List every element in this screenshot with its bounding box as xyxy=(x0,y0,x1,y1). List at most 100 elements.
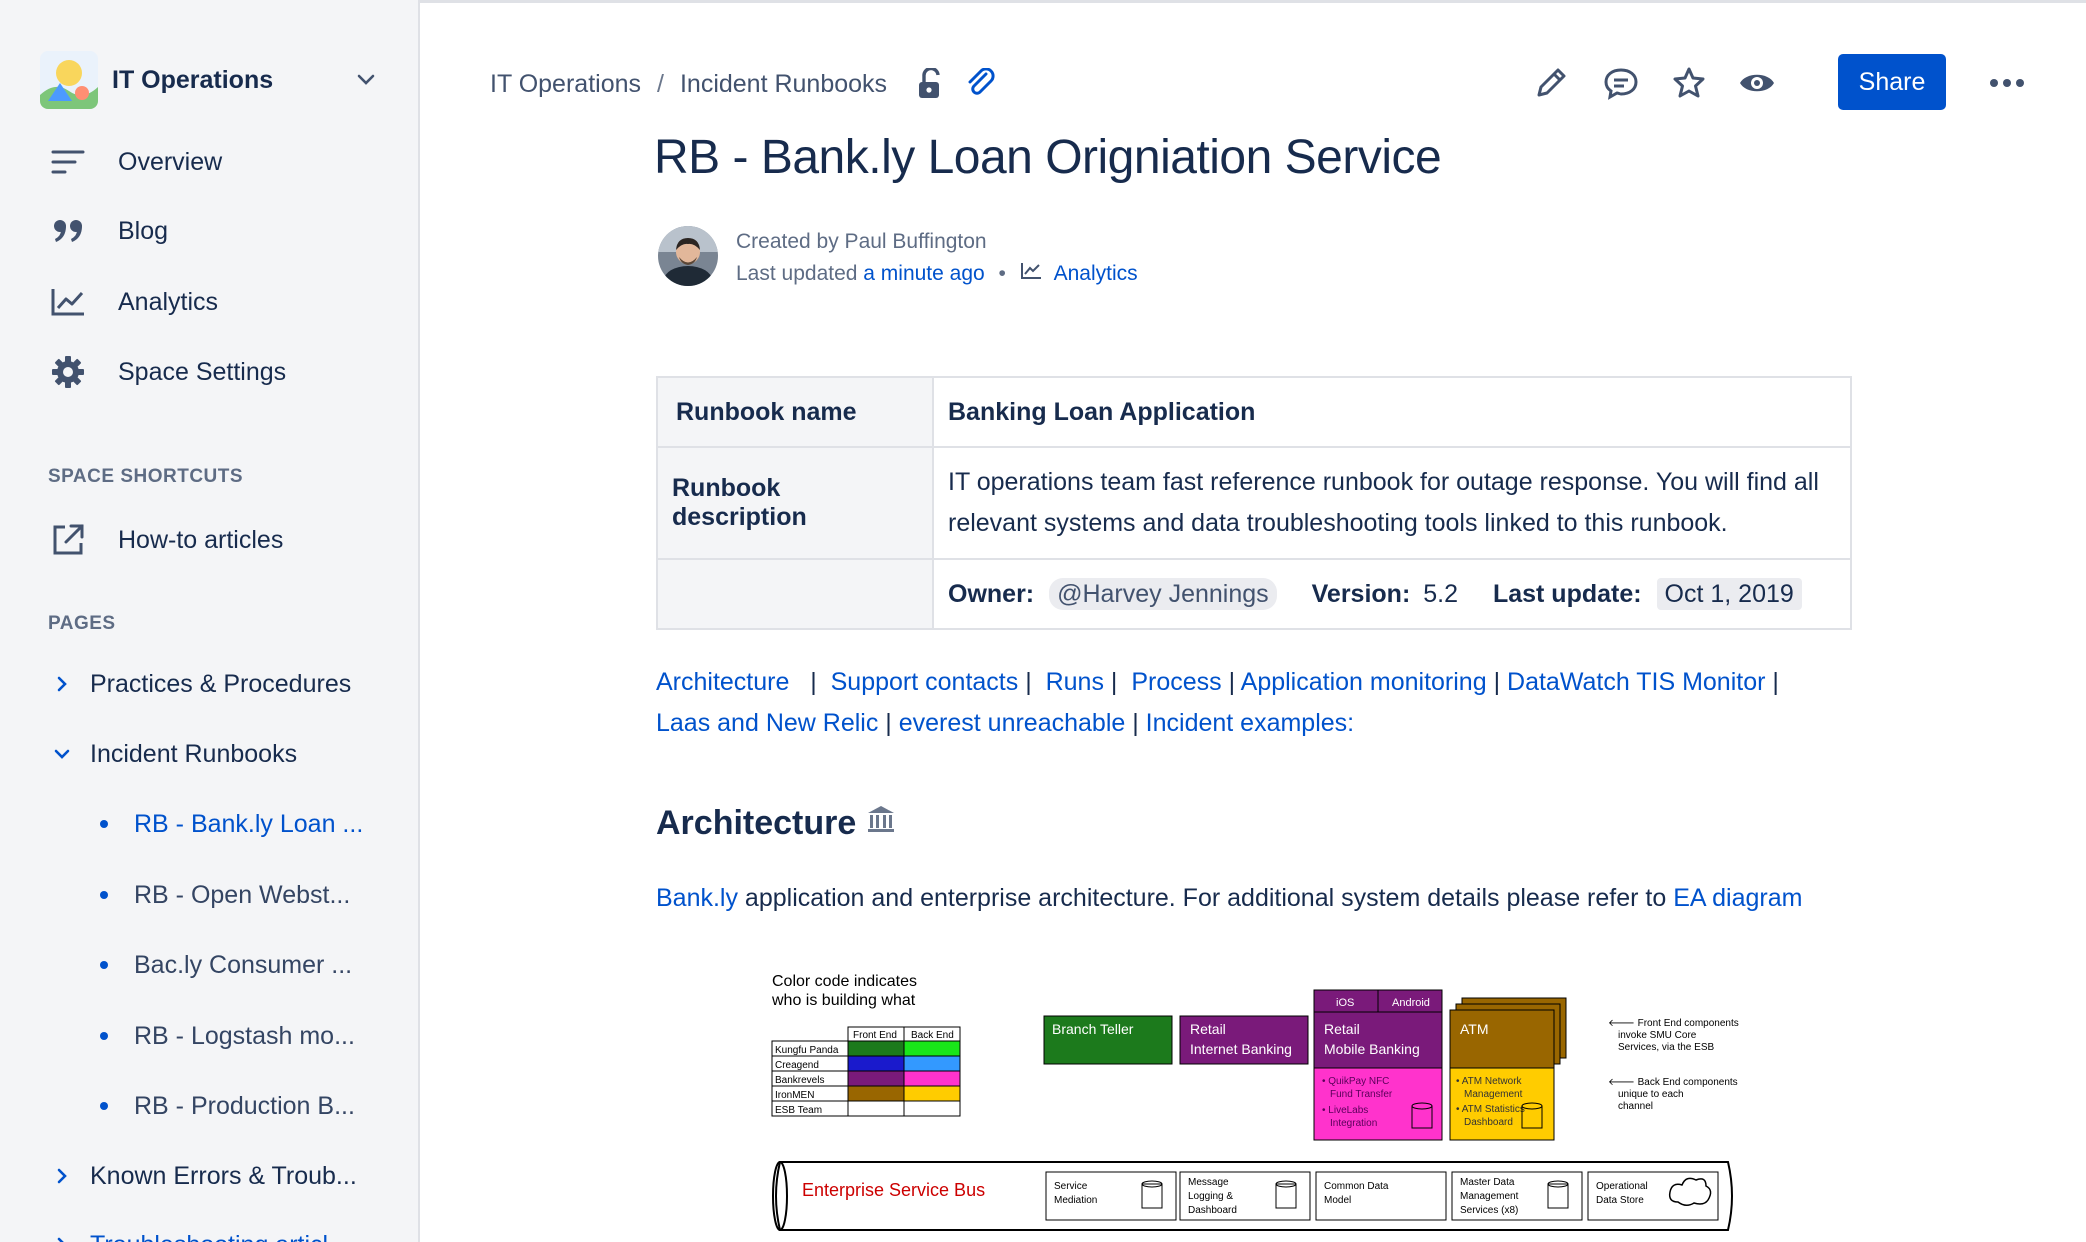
last-updated-row: Last updated a minute ago • Analytics xyxy=(736,258,1138,290)
avatar[interactable] xyxy=(658,226,718,286)
legend-team: ESB Team xyxy=(775,1105,822,1116)
last-updated-link[interactable]: a minute ago xyxy=(863,262,984,285)
unlock-icon[interactable] xyxy=(913,66,949,102)
link-incident-examples[interactable]: Incident examples: xyxy=(1146,709,1354,737)
page-byline: Created by Paul Buffington Last updated … xyxy=(658,226,1138,290)
table-row: Runbook description IT operations team f… xyxy=(656,446,1852,560)
bullet-icon xyxy=(100,1102,108,1110)
link-datawatch-tis-monitor[interactable]: DataWatch TIS Monitor xyxy=(1507,668,1765,696)
page-meta: Created by Paul Buffington Last updated … xyxy=(736,226,1138,290)
analytics-link[interactable]: Analytics xyxy=(1054,262,1138,285)
legend-title: who is building what xyxy=(771,992,916,1009)
esb-box-label: Logging & xyxy=(1188,1191,1233,1202)
link-application-monitoring[interactable]: Application monitoring xyxy=(1241,668,1487,696)
section-links: Architecture | Support contacts | Runs |… xyxy=(656,668,1779,737)
architecture-intro: Bank.ly application and enterprise archi… xyxy=(656,884,1802,913)
shortcut-label: How-to articles xyxy=(118,525,284,554)
breadcrumb: IT Operations / Incident Runbooks xyxy=(490,66,999,102)
star-icon[interactable] xyxy=(1668,62,1710,104)
sidebar-item-label: Space Settings xyxy=(118,357,287,386)
sidebar-item-space-settings[interactable]: Space Settings xyxy=(48,344,388,400)
sidebar-item-analytics[interactable]: Analytics xyxy=(48,274,388,330)
esb-box-label: Common Data xyxy=(1324,1181,1389,1192)
last-update-date[interactable]: Oct 1, 2019 xyxy=(1656,577,1802,610)
space-shortcuts-title: SPACE SHORTCUTS xyxy=(48,466,244,487)
page-tree-child-label: RB - Production B... xyxy=(134,1091,355,1120)
table-row: Runbook name Banking Loan Application xyxy=(656,376,1852,448)
watch-eye-icon[interactable] xyxy=(1736,62,1778,104)
ea-diagram-link[interactable]: EA diagram xyxy=(1673,884,1802,912)
bank-building-icon xyxy=(866,804,896,843)
breadcrumb-item[interactable]: Incident Runbooks xyxy=(680,70,887,99)
page-tree-child-item[interactable]: RB - Production B... xyxy=(96,1081,396,1131)
runbook-description-value: IT operations team fast reference runboo… xyxy=(932,446,1852,560)
link-architecture[interactable]: Architecture xyxy=(656,668,789,696)
note-front: invoke SMU Core xyxy=(1618,1030,1697,1041)
bankly-link[interactable]: Bank.ly xyxy=(656,884,738,912)
link-support-contacts[interactable]: Support contacts xyxy=(831,668,1019,696)
page-tree-child-item[interactable]: Bac.ly Consumer ... xyxy=(96,940,396,990)
breadcrumb-item[interactable]: IT Operations xyxy=(490,70,641,99)
chevron-down-icon[interactable] xyxy=(48,740,76,768)
shortcut-how-to-articles[interactable]: How-to articles xyxy=(48,512,388,568)
mb-item: • QuikPay NFC xyxy=(1322,1076,1389,1087)
bullet-icon xyxy=(100,961,108,969)
page-tree-item[interactable]: Known Errors & Troub... xyxy=(48,1151,398,1201)
atm-item: • ATM Network xyxy=(1456,1076,1523,1087)
atm-item: Management xyxy=(1464,1089,1523,1100)
esb-label: Enterprise Service Bus xyxy=(802,1180,985,1200)
page-tree-item[interactable]: Practices & Procedures xyxy=(48,659,398,709)
owner-mention[interactable]: @Harvey Jennings xyxy=(1049,577,1277,610)
page-tree-child-item[interactable]: RB - Open Webst... xyxy=(96,870,396,920)
atm-box xyxy=(1449,1009,1555,1069)
analytics-small-icon xyxy=(1020,262,1048,285)
more-options-icon[interactable] xyxy=(1986,62,2028,104)
sidebar-item-label: Analytics xyxy=(118,287,219,316)
link-laas-new-relic[interactable]: Laas and New Relic xyxy=(656,709,878,737)
chevron-right-icon[interactable] xyxy=(48,1162,76,1190)
atm-item: • ATM Statistics xyxy=(1456,1104,1525,1115)
space-name: IT Operations xyxy=(112,65,274,94)
gear-icon xyxy=(48,352,88,392)
bullet-icon xyxy=(100,891,108,899)
page-tree-item[interactable]: Troubleshooting articl... xyxy=(48,1220,398,1242)
page-tree-child-label: RB - Logstash mo... xyxy=(134,1021,355,1050)
attachment-icon[interactable] xyxy=(963,66,999,102)
sidebar-item-blog[interactable]: Blog xyxy=(48,203,388,259)
retail-ib-label: Retail xyxy=(1190,1021,1226,1037)
last-updated-label: Last updated xyxy=(736,262,858,285)
chevron-right-icon[interactable] xyxy=(48,670,76,698)
created-by: Created by Paul Buffington xyxy=(736,230,987,253)
link-everest-unreachable[interactable]: everest unreachable xyxy=(899,709,1126,737)
note-front: Services, via the ESB xyxy=(1618,1042,1714,1053)
legend-team: Kungfu Panda xyxy=(775,1045,839,1056)
bullet-icon xyxy=(100,1032,108,1040)
esb-box-label: Message xyxy=(1188,1177,1229,1188)
quote-icon xyxy=(48,211,88,251)
share-button[interactable]: Share xyxy=(1838,54,1946,110)
comment-icon[interactable] xyxy=(1600,62,1642,104)
page-tree-child-item[interactable]: RB - Bank.ly Loan ... xyxy=(96,799,396,849)
sidebar-item-overview[interactable]: Overview xyxy=(48,134,388,190)
atm-label: ATM xyxy=(1460,1021,1489,1037)
note-back: 🡐 Back End components xyxy=(1608,1077,1738,1088)
mb-item: • LiveLabs xyxy=(1322,1105,1368,1116)
legend-team: Bankrevels xyxy=(775,1075,824,1086)
page-tree-item[interactable]: Incident Runbooks xyxy=(48,729,398,779)
link-process[interactable]: Process xyxy=(1131,668,1221,696)
edit-icon[interactable] xyxy=(1530,62,1572,104)
esb-box-label: Operational xyxy=(1596,1181,1648,1192)
android-label: Android xyxy=(1392,997,1430,1009)
version-value: 5.2 xyxy=(1423,579,1458,608)
architecture-diagram: Color code indicates who is building wha… xyxy=(771,973,1739,1231)
esb-box-label: Mediation xyxy=(1054,1195,1097,1206)
separator-dot: • xyxy=(998,262,1006,285)
link-runs[interactable]: Runs xyxy=(1046,668,1104,696)
sidebar: IT Operations Overview Blog Analytics Sp… xyxy=(0,0,420,1242)
page-tree-child-item[interactable]: RB - Logstash mo... xyxy=(96,1011,396,1061)
page-tree-child-label: RB - Open Webst... xyxy=(134,880,351,909)
space-switcher[interactable]: IT Operations xyxy=(40,50,380,110)
chevron-right-icon[interactable] xyxy=(48,1231,76,1242)
external-link-icon xyxy=(48,520,88,560)
retail-mb-label: Retail xyxy=(1324,1021,1360,1037)
